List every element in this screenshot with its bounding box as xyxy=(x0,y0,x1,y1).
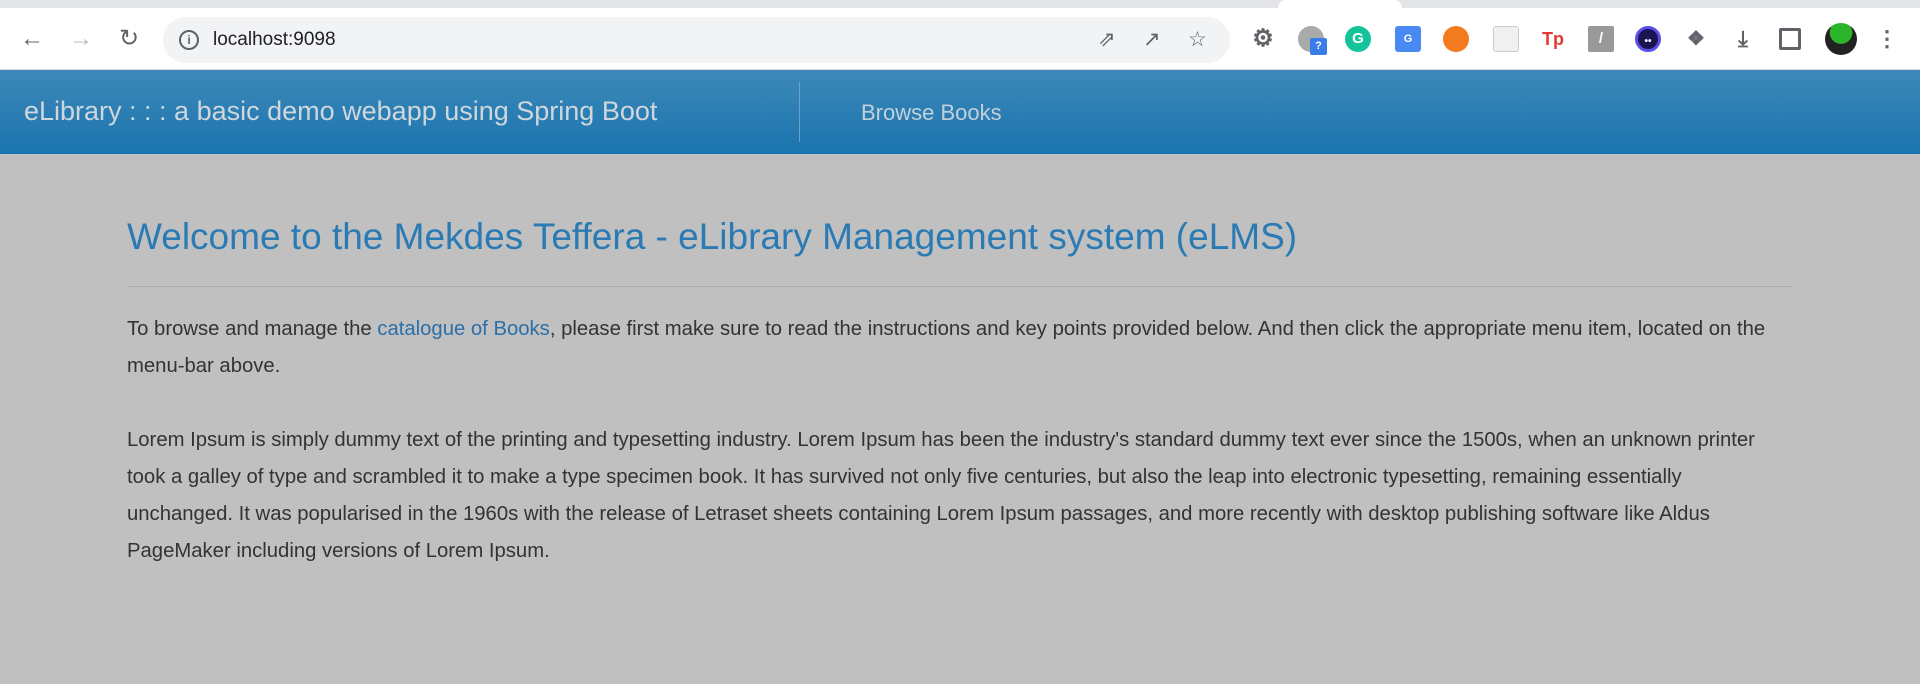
catalogue-link[interactable]: catalogue of Books xyxy=(377,318,550,340)
page-title: Welcome to the Mekdes Teffera - eLibrary… xyxy=(127,216,1298,257)
intro-text-before: To browse and manage the xyxy=(127,318,378,340)
stack-icon[interactable]: / xyxy=(1588,26,1614,52)
pocket-icon[interactable] xyxy=(1493,26,1519,52)
grammarly-icon[interactable]: G xyxy=(1345,26,1371,52)
share-icon[interactable]: ↗ xyxy=(1143,27,1161,52)
google-translate-icon[interactable]: G xyxy=(1395,26,1421,52)
navbar: eLibrary : : : a basic demo webapp using… xyxy=(0,70,1920,154)
url-text[interactable]: localhost:9098 xyxy=(213,29,336,51)
menu-icon[interactable]: ⋮ xyxy=(1874,26,1900,52)
info-icon[interactable]: i xyxy=(179,30,199,50)
tab-strip xyxy=(0,0,1920,8)
lorem-paragraph: Lorem Ipsum is simply dummy text of the … xyxy=(127,429,1755,562)
active-tab[interactable] xyxy=(1278,0,1402,8)
browser-toolbar: ← → ↻ i localhost:9098 ⇗ ↗ ☆ ⚙ ? G G Tp … xyxy=(0,8,1920,70)
open-in-app-icon[interactable]: ⇗ xyxy=(1098,27,1116,52)
intro-paragraph: To browse and manage the catalogue of Bo… xyxy=(127,311,1792,385)
download-icon[interactable]: ⤓ xyxy=(1730,26,1756,52)
forward-icon[interactable]: → xyxy=(67,25,95,53)
orange-extension-icon[interactable] xyxy=(1443,26,1469,52)
main-content: Welcome to the Mekdes Teffera - eLibrary… xyxy=(127,210,1792,570)
reload-icon[interactable]: ↻ xyxy=(115,25,143,53)
navbar-brand[interactable]: eLibrary : : : a basic demo webapp using… xyxy=(24,96,657,127)
navbar-divider xyxy=(799,82,800,142)
sidepanel-icon[interactable] xyxy=(1779,28,1801,50)
title-divider xyxy=(127,286,1792,287)
address-bar[interactable]: i localhost:9098 ⇗ ↗ ☆ xyxy=(163,17,1230,63)
puzzle-icon[interactable]: ❖ xyxy=(1683,26,1709,52)
nav-browse-books[interactable]: Browse Books xyxy=(861,100,1002,126)
tp-icon[interactable]: Tp xyxy=(1540,26,1566,52)
settings-icon[interactable]: ⚙ xyxy=(1250,26,1276,52)
back-icon[interactable]: ← xyxy=(18,25,46,53)
profile-avatar[interactable] xyxy=(1825,23,1857,55)
face-icon[interactable]: •• xyxy=(1635,26,1661,52)
bookmark-star-icon[interactable]: ☆ xyxy=(1188,27,1207,52)
chat-bubble-icon[interactable]: ? xyxy=(1298,26,1327,55)
